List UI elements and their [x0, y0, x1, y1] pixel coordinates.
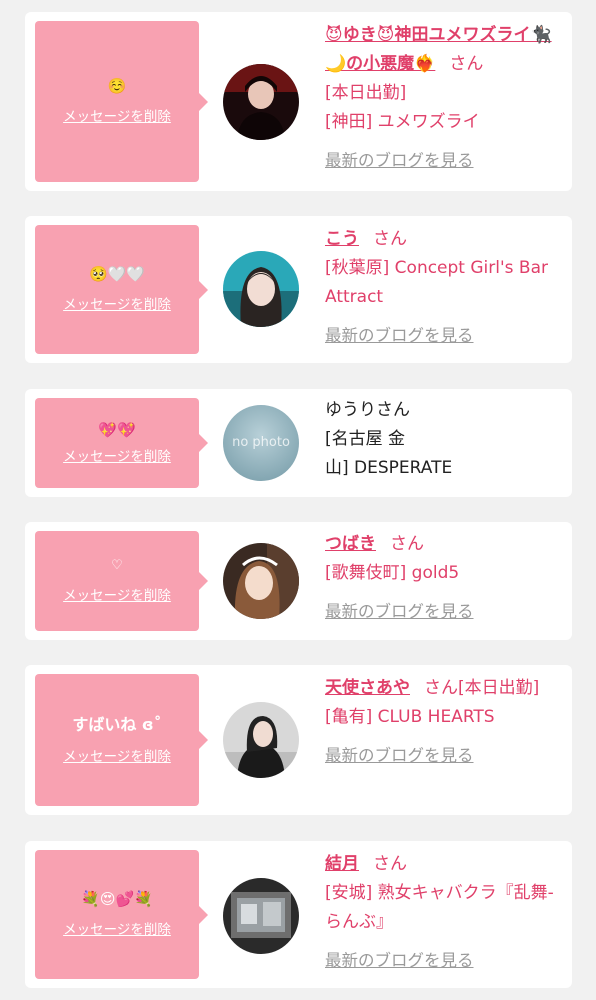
delete-message-link[interactable]: メッセージを削除	[63, 588, 171, 604]
latest-blog-link[interactable]: 最新のブログを見る	[325, 597, 565, 626]
info-line: [名古屋 金	[325, 429, 406, 449]
message-bubble: 💖💖 メッセージを削除	[35, 398, 208, 488]
message-card: すばいね ɞ˚ メッセージを削除 天使さあや さん[本日出勤] [亀有] CLUB…	[25, 665, 572, 815]
info-line: [亀有] CLUB HEARTS	[325, 707, 495, 727]
message-text: 🥺🤍🤍	[88, 265, 146, 284]
message-bubble: ☺️ メッセージを削除	[35, 21, 208, 182]
message-text: ♡	[111, 558, 123, 574]
delete-message-link[interactable]: メッセージを削除	[63, 297, 171, 313]
message-bubble: 💐😍💕💐 メッセージを削除	[35, 850, 208, 979]
avatar[interactable]	[223, 64, 299, 140]
name-suffix: さん	[373, 229, 407, 249]
delete-message-link[interactable]: メッセージを削除	[63, 449, 171, 465]
message-card: 🥺🤍🤍 メッセージを削除 こう さん [秋葉原] Concept Girl's B…	[25, 216, 572, 363]
info-line: [秋葉原] Concept Girl's Bar Attract	[325, 258, 548, 307]
message-bubble: ♡ メッセージを削除	[35, 531, 208, 631]
latest-blog-link[interactable]: 最新のブログを見る	[325, 946, 565, 975]
avatar[interactable]	[223, 543, 299, 619]
cast-info: ゆうりさん [名古屋 金 山] DESPERATE	[325, 396, 565, 483]
message-bubble: 🥺🤍🤍 メッセージを削除	[35, 225, 208, 354]
cast-name-link[interactable]: 😈ゆき😈神田ユメワズライ🐈‍⬛🌙の小悪魔❤️‍🔥	[325, 25, 552, 74]
message-text: ☺️	[107, 77, 127, 96]
message-text: 💖💖	[98, 420, 136, 439]
cast-info: 天使さあや さん[本日出勤] [亀有] CLUB HEARTS 最新のブログを見る	[325, 674, 565, 770]
cast-info: こう さん [秋葉原] Concept Girl's Bar Attract 最新…	[325, 225, 565, 350]
message-text: すばいね ɞ˚	[72, 715, 162, 735]
info-line: [神田] ユメワズライ	[325, 112, 480, 132]
name-suffix: さん	[449, 54, 484, 74]
cast-name-link[interactable]: 結月	[325, 854, 359, 874]
cast-name: ゆうりさん	[325, 400, 410, 420]
message-card: ♡ メッセージを削除 つばき さん [歌舞伎町] gold5 最新のブログを見る	[25, 522, 572, 640]
latest-blog-link[interactable]: 最新のブログを見る	[325, 741, 565, 770]
cast-name-link[interactable]: こう	[325, 229, 359, 249]
name-suffix: さん	[373, 854, 407, 874]
delete-message-link[interactable]: メッセージを削除	[63, 109, 171, 125]
info-line: [本日出勤]	[325, 83, 407, 103]
cast-info: 結月 さん [安城] 熟女キャバクラ『乱舞-らんぶ』 最新のブログを見る	[325, 850, 565, 975]
info-line: 山] DESPERATE	[325, 458, 453, 478]
latest-blog-link[interactable]: 最新のブログを見る	[325, 146, 565, 175]
avatar[interactable]	[223, 702, 299, 778]
no-photo-label: no photo	[232, 435, 290, 450]
message-card: ☺️ メッセージを削除 😈ゆき😈神田ユメワズライ🐈‍⬛🌙の小悪魔❤️‍🔥 さん […	[25, 12, 572, 191]
info-line: [安城] 熟女キャバクラ『乱舞-らんぶ』	[325, 883, 554, 932]
cast-name-link[interactable]: つばき	[325, 534, 376, 554]
avatar[interactable]	[223, 878, 299, 954]
avatar[interactable]	[223, 251, 299, 327]
name-suffix: さん[本日出勤]	[424, 678, 540, 698]
cast-info: つばき さん [歌舞伎町] gold5 最新のブログを見る	[325, 530, 565, 626]
info-line: [歌舞伎町] gold5	[325, 563, 460, 583]
message-card: 💐😍💕💐 メッセージを削除 結月 さん [安城] 熟女キャバクラ『乱舞-らんぶ』 …	[25, 841, 572, 988]
latest-blog-link[interactable]: 最新のブログを見る	[325, 321, 565, 350]
name-suffix: さん	[390, 534, 424, 554]
cast-name-link[interactable]: 天使さあや	[325, 678, 410, 698]
message-bubble: すばいね ɞ˚ メッセージを削除	[35, 674, 208, 806]
cast-info: 😈ゆき😈神田ユメワズライ🐈‍⬛🌙の小悪魔❤️‍🔥 さん [本日出勤] [神田] ユ…	[325, 21, 565, 175]
avatar-placeholder: no photo	[223, 405, 299, 481]
message-text: 💐😍💕💐	[81, 890, 153, 909]
delete-message-link[interactable]: メッセージを削除	[63, 922, 171, 938]
message-card: 💖💖 メッセージを削除 no photo ゆうりさん [名古屋 金 山] DES…	[25, 389, 572, 497]
delete-message-link[interactable]: メッセージを削除	[63, 749, 171, 765]
